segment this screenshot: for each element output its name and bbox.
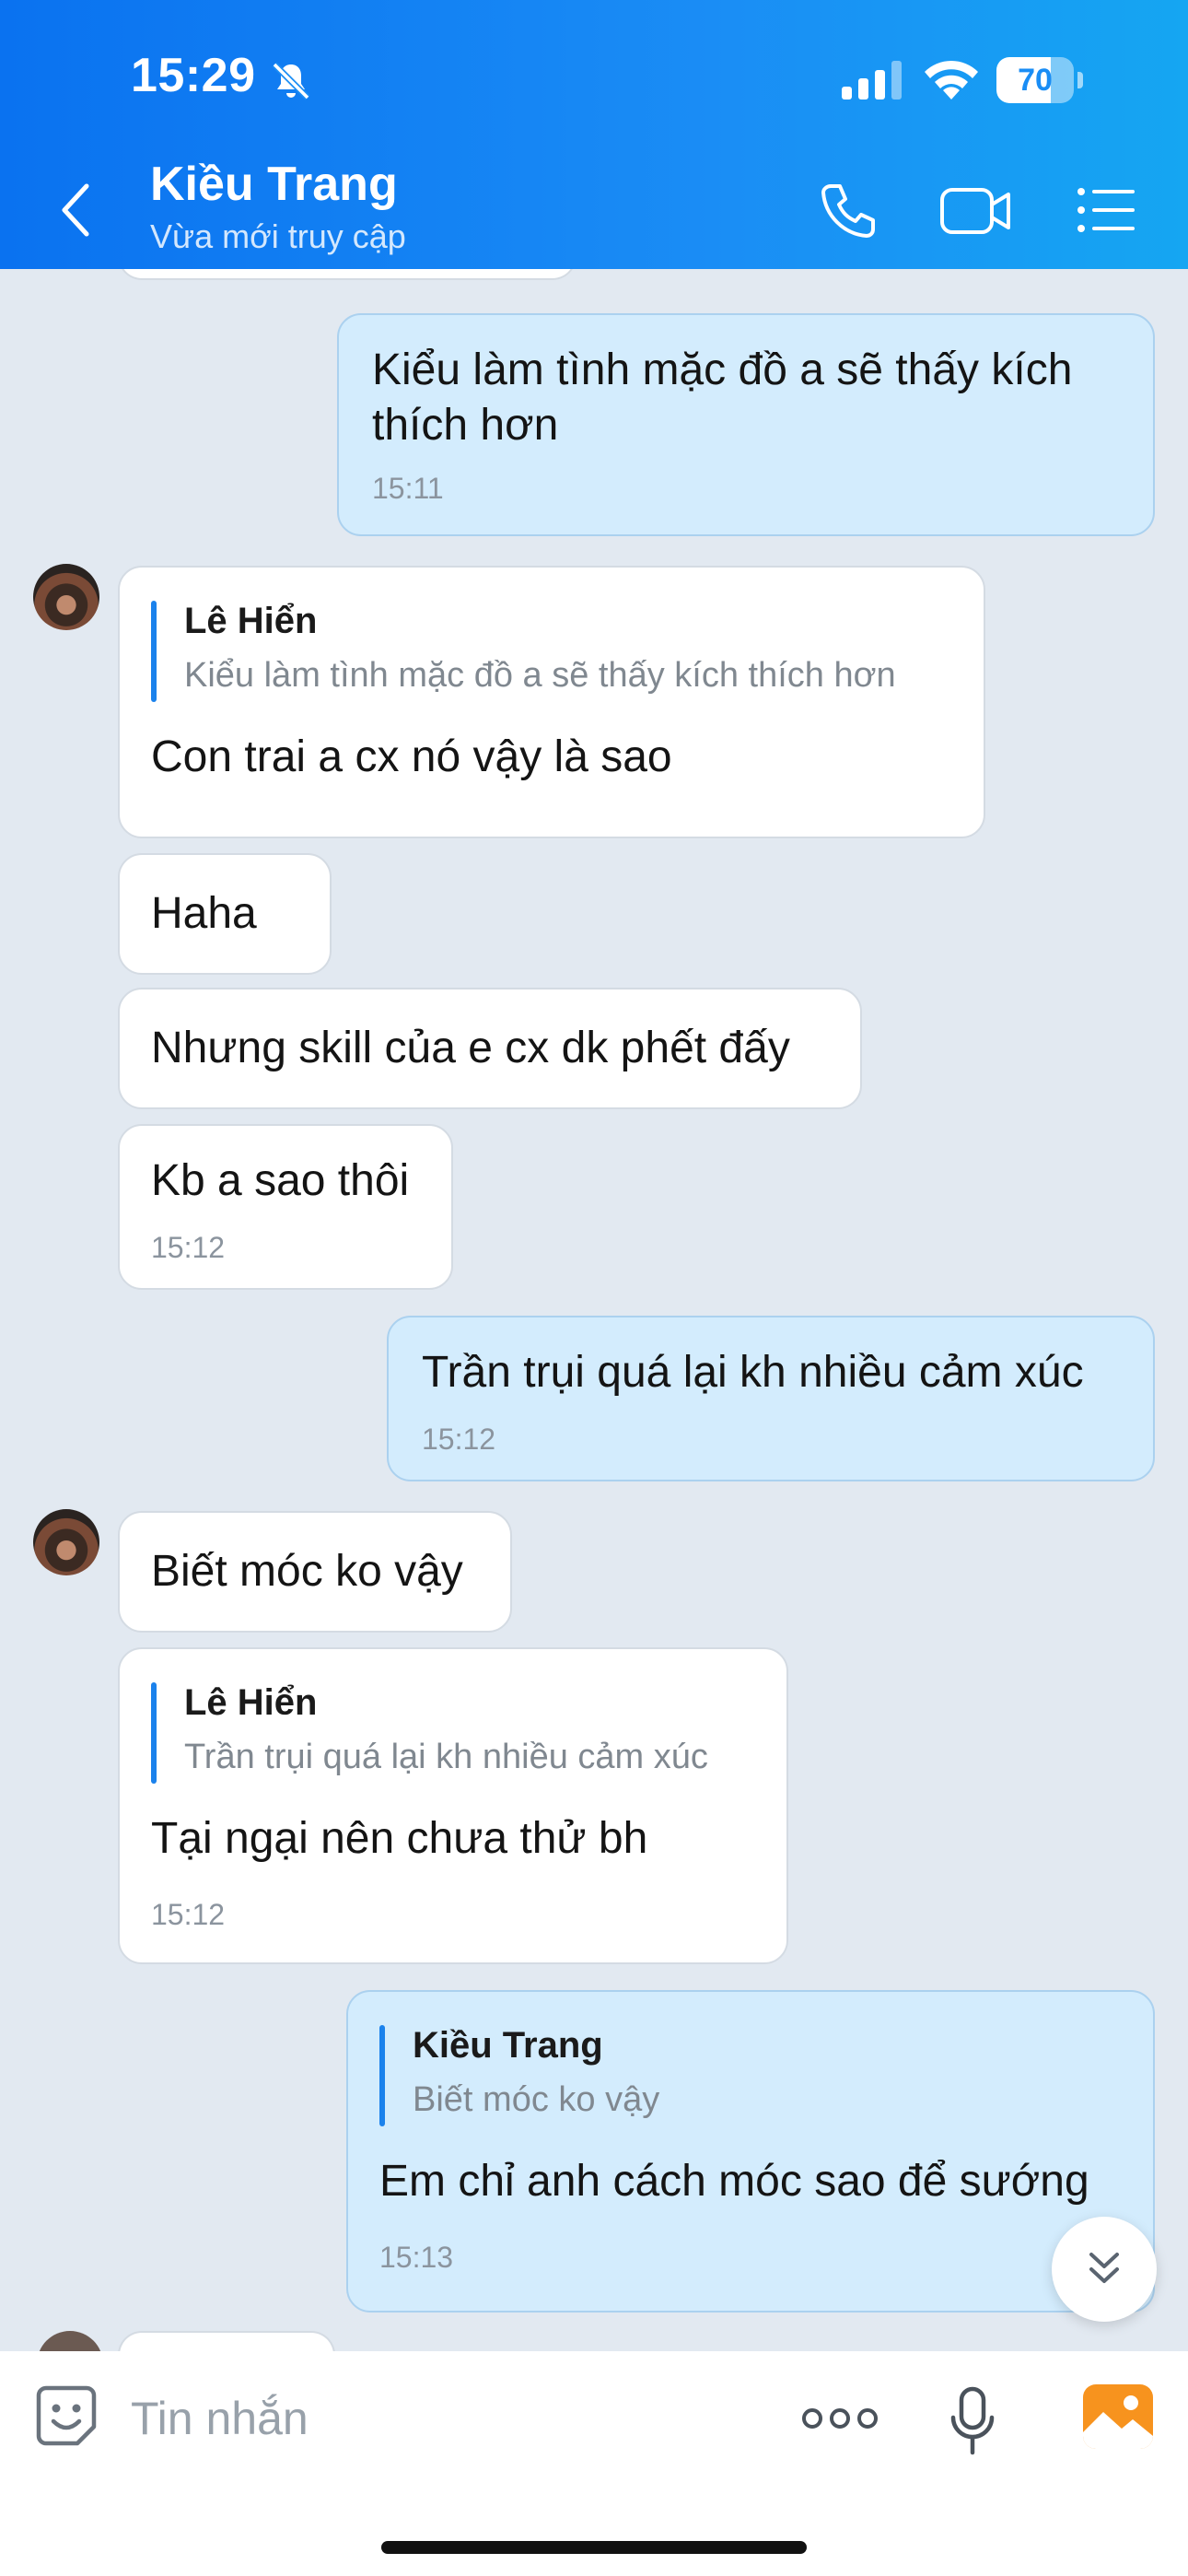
message-bubble-incoming[interactable]: Kb a sao thôi 15:12 (118, 1124, 453, 1290)
message-bubble-incoming[interactable]: Lê Hiển Trần trụi quá lại kh nhiều cảm x… (118, 1647, 788, 1964)
message-time: 15:13 (379, 2241, 454, 2274)
message-bubble-partial (118, 269, 577, 280)
message-text: Con trai a cx nó vậy là sao (151, 732, 672, 781)
status-time: 15:29 (131, 49, 256, 102)
back-chevron-icon[interactable] (57, 181, 94, 240)
home-indicator (381, 2541, 807, 2554)
message-bubble-incoming[interactable]: Biết móc ko vậy (118, 1511, 512, 1633)
message-input[interactable] (129, 2384, 685, 2453)
image-gallery-icon[interactable] (1083, 2384, 1153, 2449)
quote-bar (151, 601, 157, 702)
chat-header: 15:29 70 Kiều Trang Vừa mới truy cập (0, 0, 1188, 269)
message-bubble-outgoing[interactable]: Trần trụi quá lại kh nhiều cảm xúc 15:12 (387, 1316, 1155, 1481)
quote-text: Kiểu làm tình mặc đồ a sẽ thấy kích thíc… (184, 656, 896, 695)
menu-list-icon[interactable] (1076, 184, 1135, 236)
double-chevron-down-icon (1089, 2253, 1119, 2283)
message-text: Tại ngại nên chưa thử bh (151, 1814, 648, 1863)
message-text: thích hơn (372, 401, 559, 450)
message-bubble-incoming[interactable]: Haha (118, 853, 332, 975)
message-text: Kb a sao thôi (151, 1156, 410, 1205)
quote-author: Lê Hiển (184, 1682, 318, 1723)
battery-nub (1077, 72, 1083, 88)
message-text: Haha (151, 889, 257, 938)
battery-percent: 70 (1018, 63, 1053, 98)
message-bubble-outgoing[interactable]: Kiểu làm tình mặc đồ a sẽ thấy kích thíc… (337, 313, 1155, 536)
scroll-to-bottom-button[interactable] (1052, 2217, 1157, 2322)
message-text: Trần trụi quá lại kh nhiều cảm xúc (422, 1348, 1084, 1397)
message-time: 15:12 (151, 1898, 226, 1931)
quote-author: Kiều Trang (413, 2025, 603, 2066)
quote-author: Lê Hiển (184, 601, 318, 641)
bell-muted-icon (272, 62, 310, 100)
more-options-icon[interactable] (801, 2403, 879, 2434)
battery-indicator: 70 (996, 57, 1083, 103)
phone-icon[interactable] (818, 181, 879, 241)
message-text: Nhưng skill của e cx dk phết đấy (151, 1024, 790, 1072)
quote-text: Trần trụi quá lại kh nhiều cảm xúc (184, 1738, 708, 1776)
quote-bar (379, 2025, 385, 2126)
video-call-icon[interactable] (939, 184, 1013, 238)
contact-name[interactable]: Kiều Trang (150, 157, 398, 212)
message-bubble-incoming[interactable]: Nhưng skill của e cx dk phết đấy (118, 988, 862, 1109)
message-bubble-incoming[interactable]: Lê Hiển Kiểu làm tình mặc đồ a sẽ thấy k… (118, 566, 985, 838)
message-text: Biết móc ko vậy (151, 1547, 463, 1596)
avatar[interactable] (33, 564, 99, 630)
battery-body: 70 (996, 57, 1074, 103)
signal-icon (842, 61, 902, 100)
avatar[interactable] (33, 1509, 99, 1575)
chat-area[interactable]: Kiểu làm tình mặc đồ a sẽ thấy kích thíc… (0, 269, 1188, 2351)
message-text: Em chỉ anh cách móc sao để sướng (379, 2157, 1089, 2206)
message-time: 15:11 (372, 472, 444, 505)
contact-status: Vừa mới truy cập (150, 217, 406, 255)
quote-bar (151, 1682, 157, 1784)
message-time: 15:12 (422, 1423, 496, 1456)
microphone-icon[interactable] (949, 2386, 996, 2456)
quote-text: Biết móc ko vậy (413, 2080, 660, 2119)
sticker-emoji-icon[interactable] (33, 2383, 99, 2449)
message-bubble-outgoing[interactable]: Kiều Trang Biết móc ko vậy Em chỉ anh cá… (346, 1990, 1155, 2313)
message-input-bar (0, 2351, 1188, 2576)
message-time: 15:12 (151, 1231, 226, 1264)
message-text: Kiểu làm tình mặc đồ a sẽ thấy kích (372, 345, 1073, 394)
wifi-icon (925, 60, 978, 100)
